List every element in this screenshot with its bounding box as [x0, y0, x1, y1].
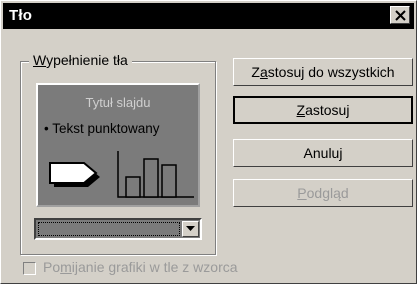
combo-selected-value — [38, 222, 180, 236]
combo-dropdown-button[interactable] — [182, 221, 199, 237]
apply-to-all-button[interactable]: Zastosuj do wszystkich — [233, 58, 413, 86]
chevron-down-icon — [186, 226, 195, 231]
close-button[interactable] — [390, 6, 410, 24]
background-dialog: Tło Wypełnienie tła Tytuł slajdu • Tekst… — [0, 0, 417, 284]
close-icon — [395, 10, 406, 21]
preview-bullet-text: • Tekst punktowany — [44, 121, 160, 136]
omit-master-graphics-checkbox[interactable] — [23, 262, 36, 275]
shape-and-bar-chart-icon — [49, 151, 194, 198]
preview-slide-title: Tytuł slajdu — [85, 95, 151, 110]
apply-button[interactable]: Zastosuj — [233, 96, 413, 124]
dialog-title: Tło — [9, 7, 33, 24]
fill-group-label: Wypełnienie tła — [29, 52, 132, 68]
fill-combobox[interactable] — [34, 218, 202, 240]
title-bar[interactable]: Tło — [3, 3, 414, 29]
omit-master-graphics-label: Pomijanie grafiki w tle z wzorca — [43, 259, 238, 275]
preview-button[interactable]: Podgląd — [233, 179, 413, 207]
cancel-button[interactable]: Anuluj — [233, 139, 413, 167]
slide-preview: Tytuł slajdu • Tekst punktowany — [36, 83, 200, 207]
